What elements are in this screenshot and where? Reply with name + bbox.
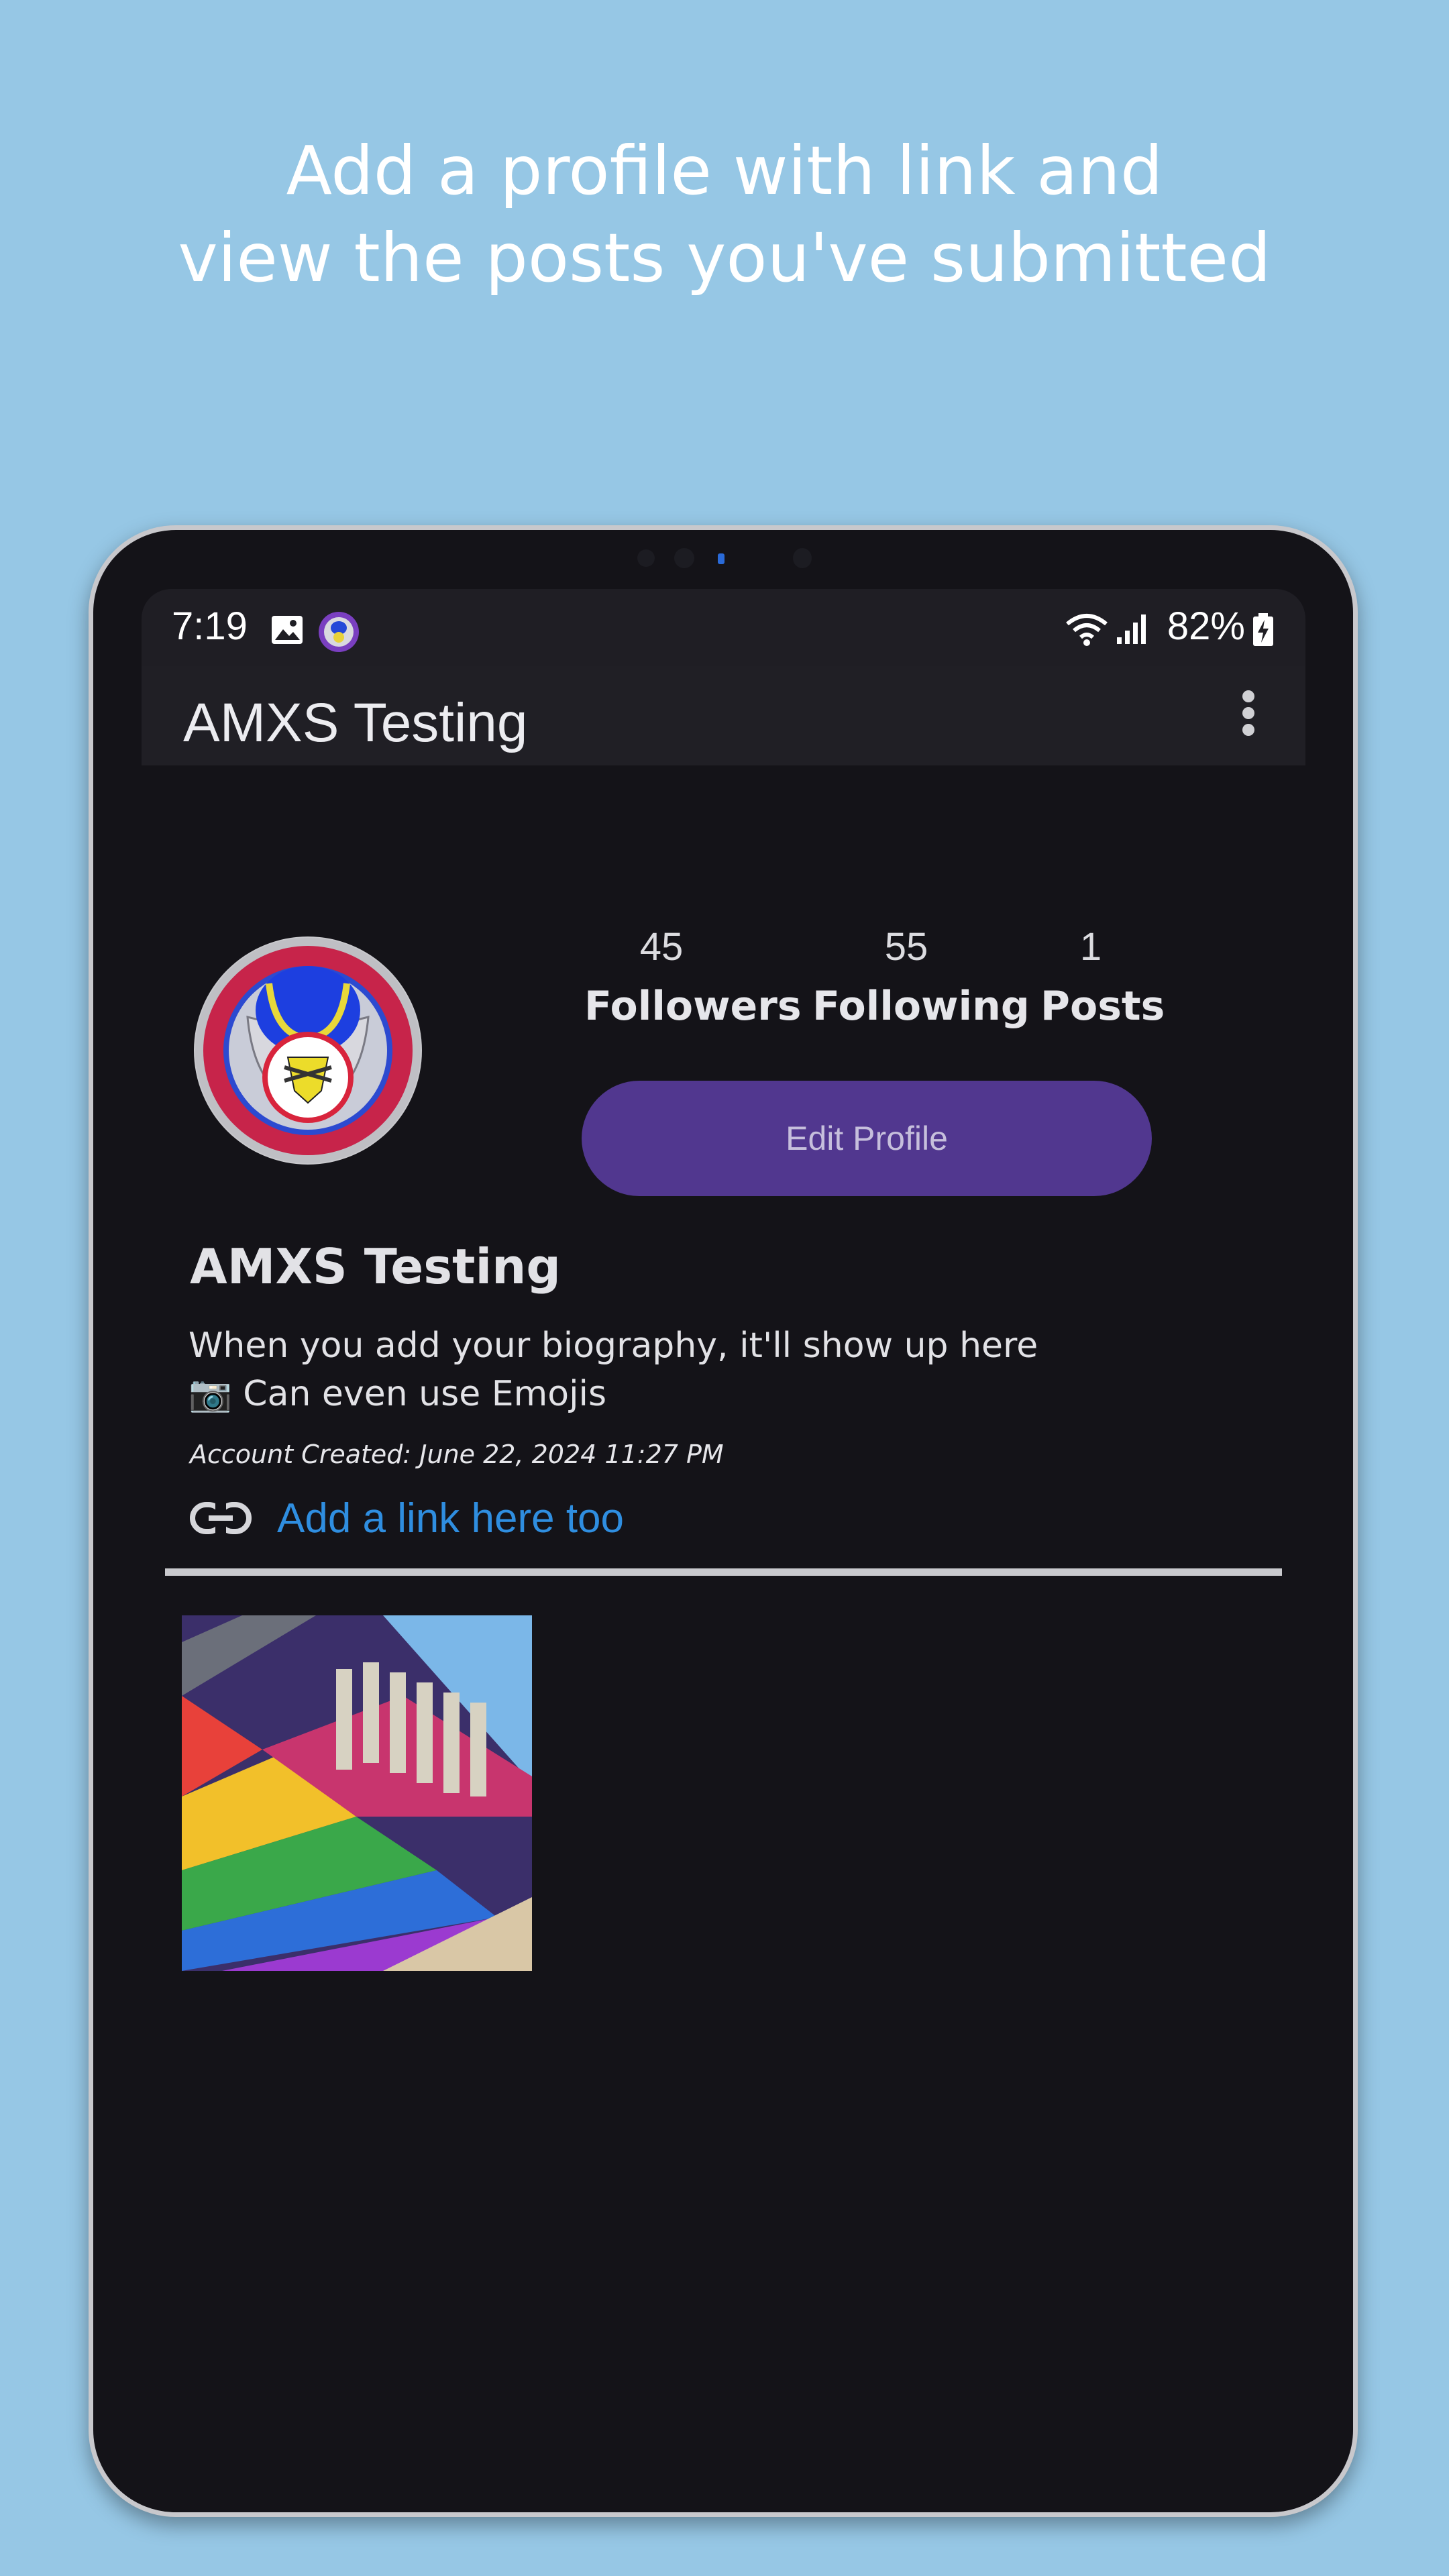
profile-bio: When you add your biography, it'll show … xyxy=(189,1322,1038,1418)
posts-stat[interactable]: 1 Posts xyxy=(1040,924,1165,1030)
following-count: 55 xyxy=(884,925,928,969)
post-thumbnail[interactable] xyxy=(182,1615,532,1971)
profile-avatar[interactable] xyxy=(194,936,422,1165)
bio-line-2: 📷 Can even use Emojis xyxy=(189,1374,607,1414)
promo-headline: Add a profile with link and view the pos… xyxy=(0,127,1449,302)
wifi-icon xyxy=(1065,612,1109,649)
battery-percent: 82% xyxy=(1167,604,1245,648)
app-notification-icon xyxy=(317,610,360,656)
more-vert-icon[interactable] xyxy=(1238,686,1258,747)
followers-count: 45 xyxy=(639,925,684,969)
app-title: AMXS Testing xyxy=(183,692,528,753)
link-text[interactable]: Add a link here too xyxy=(277,1495,624,1542)
link-icon xyxy=(190,1498,252,1538)
app-screen: 7:19 82% AMXS Testing 45 Followers 55 Fo… xyxy=(142,589,1305,2461)
followers-stat[interactable]: 45 Followers xyxy=(584,924,802,1030)
profile-name: AMXS Testing xyxy=(190,1238,561,1295)
headline-line-2: view the posts you've submitted xyxy=(178,219,1271,297)
signal-icon xyxy=(1116,613,1149,648)
posts-count: 1 xyxy=(1079,925,1102,969)
bio-line-1: When you add your biography, it'll show … xyxy=(189,1326,1038,1366)
camera-cutout xyxy=(624,540,825,574)
battery-charging-icon xyxy=(1252,613,1275,649)
status-time: 7:19 xyxy=(172,604,248,648)
following-label: Following xyxy=(812,983,1030,1030)
following-stat[interactable]: 55 Following xyxy=(812,924,1030,1030)
followers-label: Followers xyxy=(584,983,802,1030)
posts-divider xyxy=(165,1568,1282,1576)
app-bar: AMXS Testing xyxy=(142,666,1305,765)
posts-label: Posts xyxy=(1040,983,1165,1030)
profile-link[interactable]: Add a link here too xyxy=(190,1491,624,1545)
edit-profile-button[interactable]: Edit Profile xyxy=(582,1081,1152,1196)
headline-line-1: Add a profile with link and xyxy=(286,131,1163,210)
account-created-date: Account Created: June 22, 2024 11:27 PM xyxy=(190,1440,724,1469)
image-icon xyxy=(270,614,304,648)
status-bar: 7:19 82% xyxy=(142,589,1305,666)
